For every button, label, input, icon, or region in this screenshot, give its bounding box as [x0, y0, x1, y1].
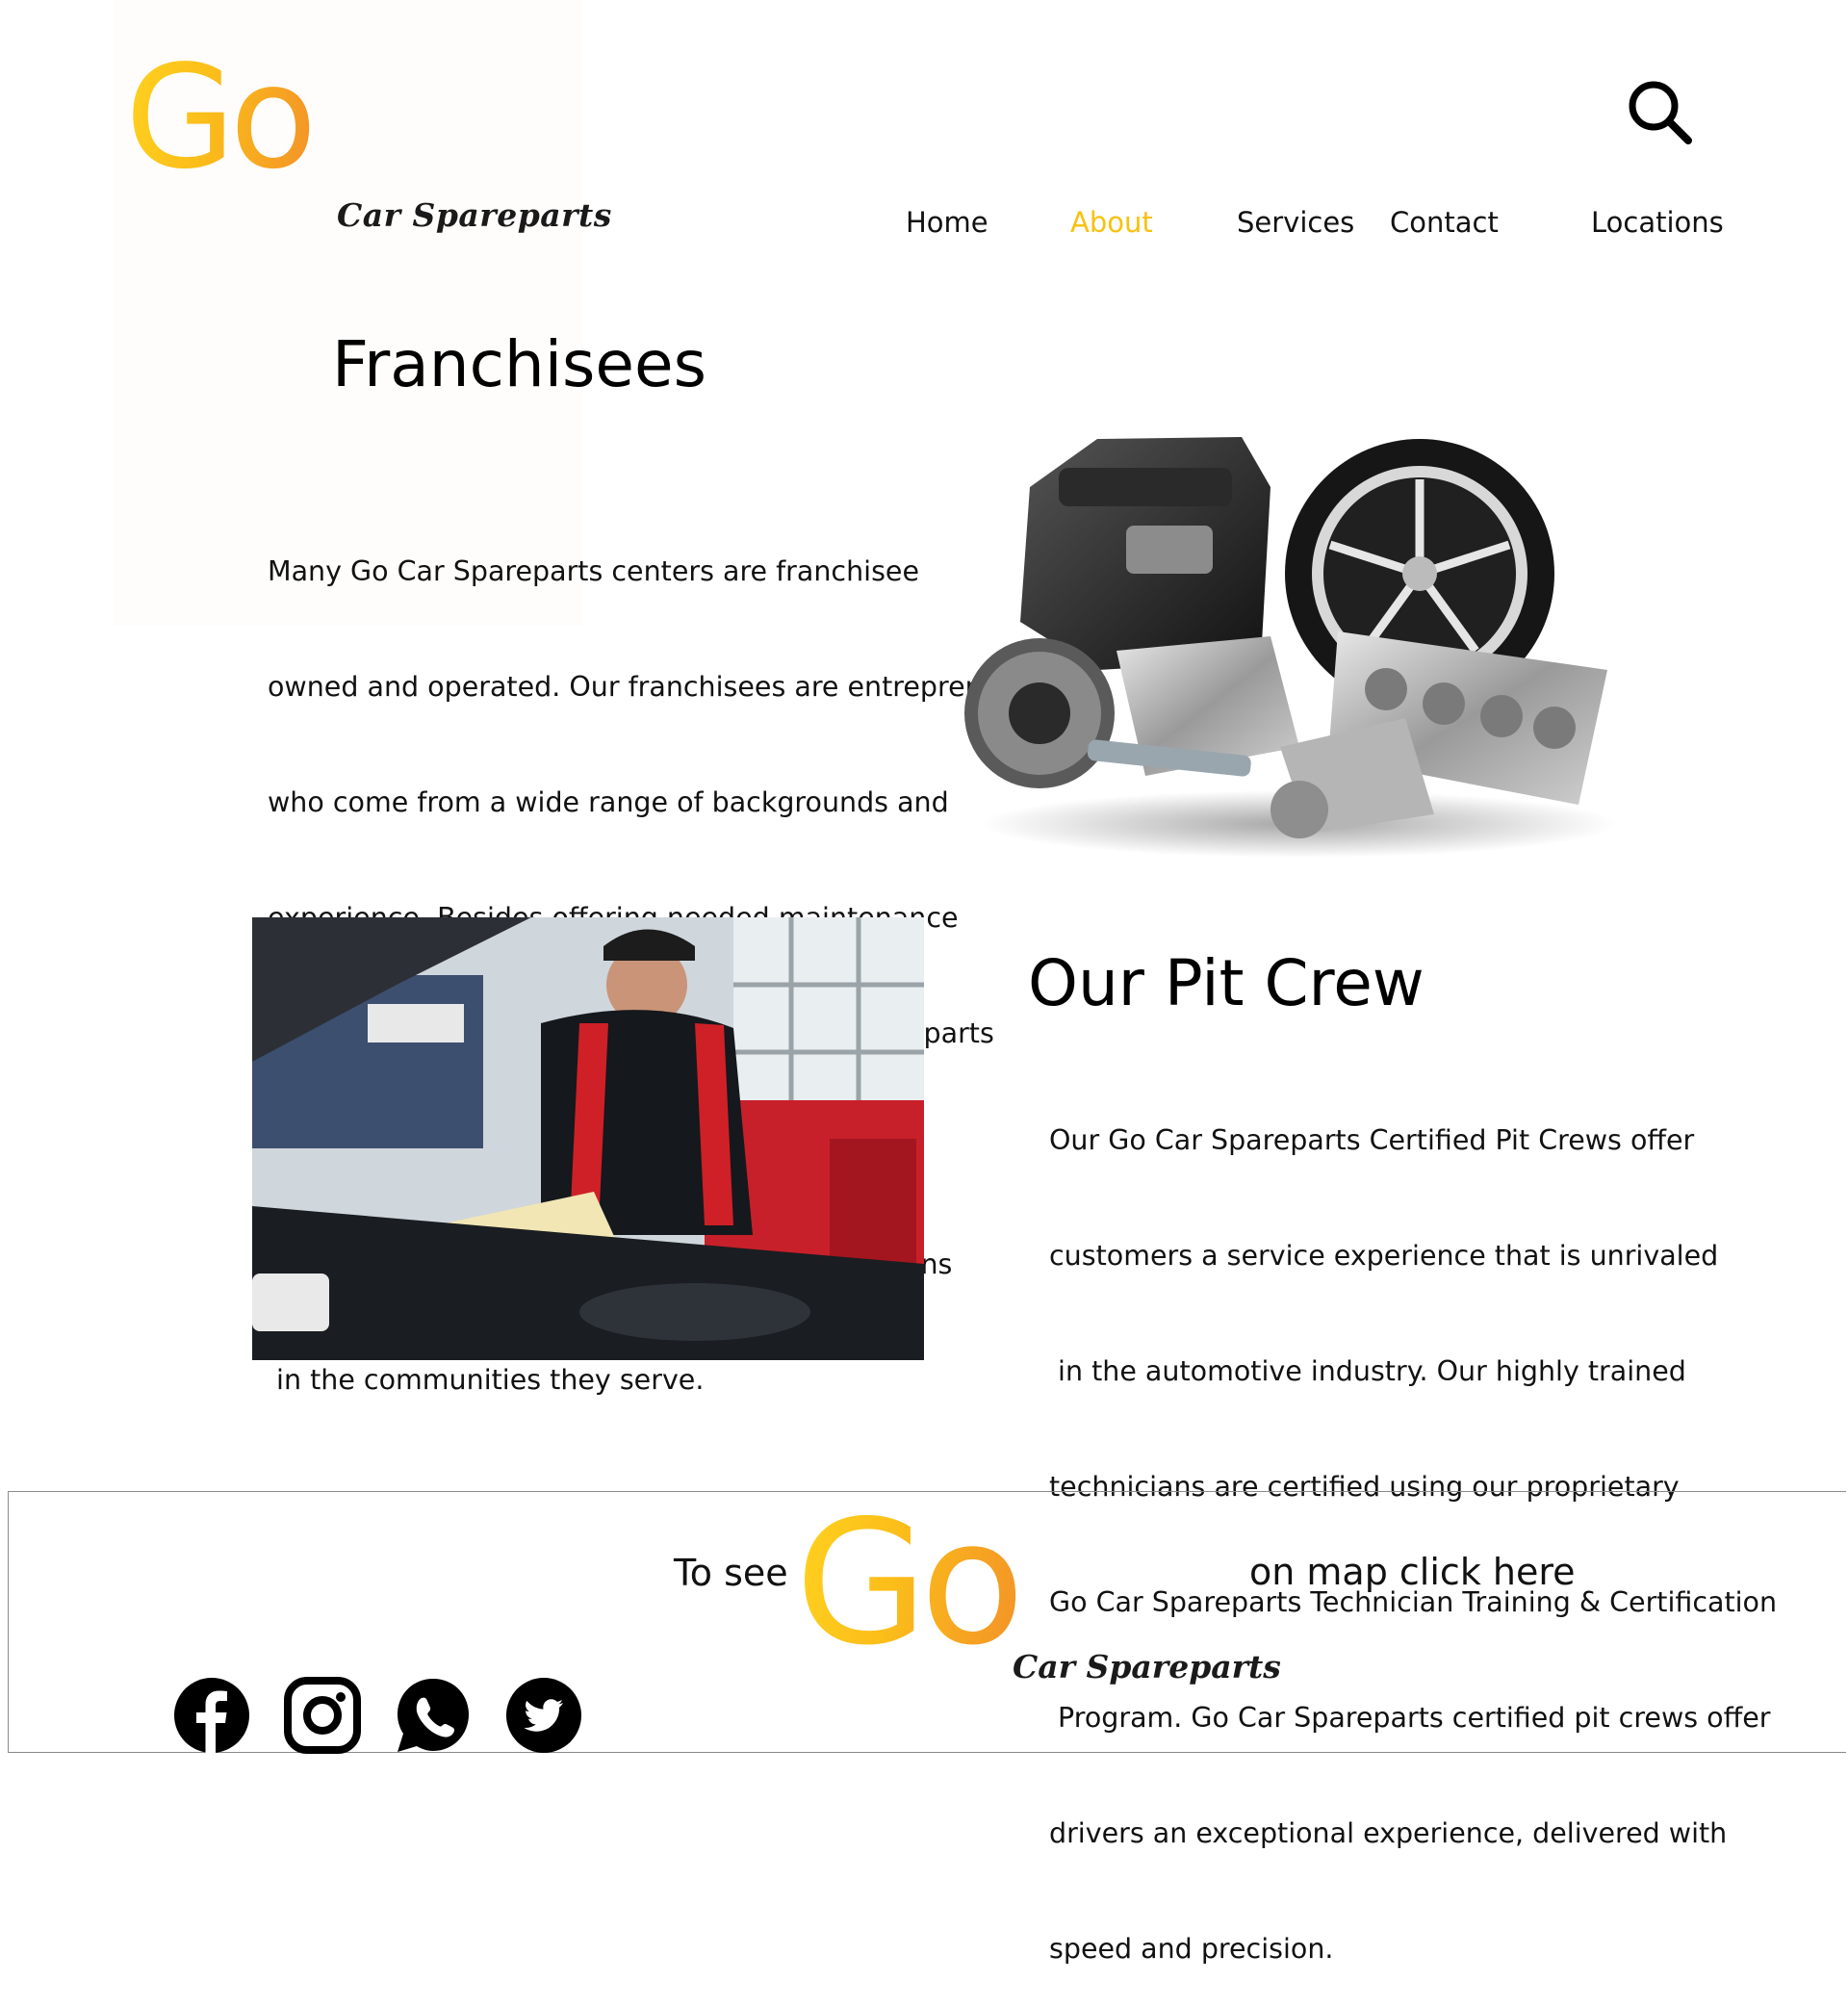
pit-crew-illustration	[252, 917, 924, 1360]
facebook-icon[interactable]	[173, 1677, 250, 1754]
nav-about[interactable]: About	[1070, 206, 1153, 239]
pit-crew-line: in the automotive industry. Our highly t…	[1049, 1355, 1686, 1387]
logo-tagline: Car Spareparts	[337, 196, 612, 234]
franchisees-line: in the communities they serve.	[268, 1364, 705, 1396]
pit-crew-line: drivers an exceptional experience, deliv…	[1049, 1817, 1728, 1849]
search-icon[interactable]	[1625, 77, 1694, 146]
nav-home[interactable]: Home	[906, 206, 988, 239]
instagram-icon[interactable]	[284, 1677, 361, 1754]
car-parts-image	[964, 437, 1617, 858]
footer-map-prefix: To see	[674, 1552, 788, 1594]
nav-contact[interactable]: Contact	[1390, 206, 1499, 239]
pit-crew-photo	[252, 917, 924, 1360]
footer-logo[interactable]: Go	[795, 1498, 1025, 1669]
pit-crew-title: Our Pit Crew	[1028, 946, 1424, 1020]
logo[interactable]: Go	[125, 46, 317, 189]
map-link[interactable]: on map click here	[1249, 1551, 1576, 1593]
franchisees-line: who come from a wide range of background…	[268, 786, 949, 818]
twitter-icon[interactable]	[505, 1677, 582, 1754]
whatsapp-icon[interactable]	[395, 1677, 472, 1754]
franchisees-line: owned and operated. Our franchisees are …	[268, 671, 1042, 703]
footer-logo-tagline: Car Spareparts	[1013, 1648, 1281, 1685]
franchisees-line: Many Go Car Spareparts centers are franc…	[268, 555, 919, 587]
pit-crew-line: speed and precision.	[1049, 1933, 1334, 1965]
pit-crew-line: customers a service experience that is u…	[1049, 1240, 1719, 1272]
franchisees-title: Franchisees	[332, 327, 707, 401]
nav-locations[interactable]: Locations	[1591, 206, 1724, 239]
pit-crew-line: Our Go Car Spareparts Certified Pit Crew…	[1049, 1124, 1695, 1156]
nav-services[interactable]: Services	[1237, 206, 1354, 239]
